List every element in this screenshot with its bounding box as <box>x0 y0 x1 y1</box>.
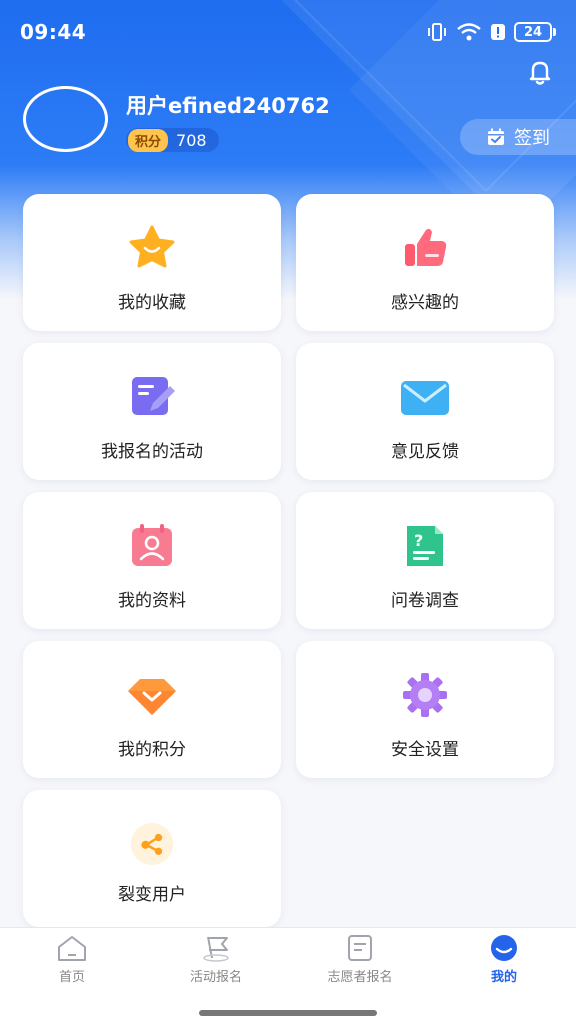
tab-mine[interactable]: 我的 <box>432 934 576 985</box>
menu-card-security-settings[interactable]: 安全设置 <box>296 641 554 778</box>
status-bar: 09:44 24 <box>0 0 576 64</box>
points-tag: 积分 <box>128 128 169 152</box>
menu-card-my-activities[interactable]: 我报名的活动 <box>23 343 281 480</box>
avatar[interactable] <box>23 86 108 152</box>
flag-icon <box>203 936 229 962</box>
menu-label: 感兴趣的 <box>391 293 459 313</box>
checkin-label: 签到 <box>514 128 550 149</box>
menu-label: 裂变用户 <box>118 885 186 905</box>
menu-card-my-profile[interactable]: 我的资料 <box>23 492 281 629</box>
menu-label: 我的收藏 <box>118 293 186 313</box>
menu-card-feedback[interactable]: 意见反馈 <box>296 343 554 480</box>
menu-label: 意见反馈 <box>391 442 459 462</box>
gear-icon <box>403 673 447 717</box>
points-value: 708 <box>176 130 207 150</box>
calendar-icon <box>488 128 504 145</box>
menu-label: 我的资料 <box>118 591 186 611</box>
bell-icon[interactable] <box>526 58 554 86</box>
home-icon <box>58 936 86 961</box>
tab-label: 首页 <box>58 970 85 985</box>
profile-card-icon <box>132 524 172 566</box>
edit-note-icon <box>132 377 175 415</box>
menu-card-my-points[interactable]: 我的积分 <box>23 641 281 778</box>
menu-label: 我报名的活动 <box>101 442 203 462</box>
vibrate-icon <box>428 23 446 41</box>
points-badge[interactable]: 积分 708 <box>126 128 219 152</box>
mail-icon <box>401 381 449 415</box>
menu-card-survey[interactable]: ? 问卷调查 <box>296 492 554 629</box>
star-icon <box>129 225 175 268</box>
status-time: 09:44 <box>20 20 87 44</box>
thumbs-up-icon <box>405 228 447 266</box>
diamond-icon <box>128 679 176 715</box>
username: 用户efined240762 <box>126 94 330 118</box>
checkin-button[interactable]: 签到 <box>460 119 576 155</box>
tab-activity-signup[interactable]: 活动报名 <box>144 934 288 985</box>
menu-label: 问卷调查 <box>391 591 459 611</box>
alert-icon <box>491 24 505 40</box>
battery-level: 24 <box>514 22 552 42</box>
menu-label: 我的积分 <box>118 740 186 760</box>
tab-label: 活动报名 <box>189 970 242 985</box>
tab-home[interactable]: 首页 <box>0 934 144 985</box>
menu-card-favorites[interactable]: 我的收藏 <box>23 194 281 331</box>
tab-label: 志愿者报名 <box>327 970 393 985</box>
battery-icon: 24 <box>514 22 556 42</box>
tab-volunteer-signup[interactable]: 志愿者报名 <box>288 934 432 985</box>
menu-label: 安全设置 <box>391 740 459 760</box>
home-indicator <box>199 1010 377 1016</box>
menu-grid: 我的收藏 感兴趣的 我报名的活动 意见反馈 我的资料 ? 问卷调查 我的积分 安… <box>23 194 554 927</box>
questionnaire-icon: ? <box>407 526 443 566</box>
status-icons: 24 <box>426 22 556 42</box>
share-icon <box>130 822 174 866</box>
menu-card-interested[interactable]: 感兴趣的 <box>296 194 554 331</box>
document-icon <box>348 935 372 961</box>
tab-label: 我的 <box>490 970 517 985</box>
svg-text:?: ? <box>414 531 423 550</box>
menu-card-referral-users[interactable]: 裂变用户 <box>23 790 281 927</box>
wifi-icon <box>457 23 481 41</box>
user-face-icon <box>491 935 517 961</box>
